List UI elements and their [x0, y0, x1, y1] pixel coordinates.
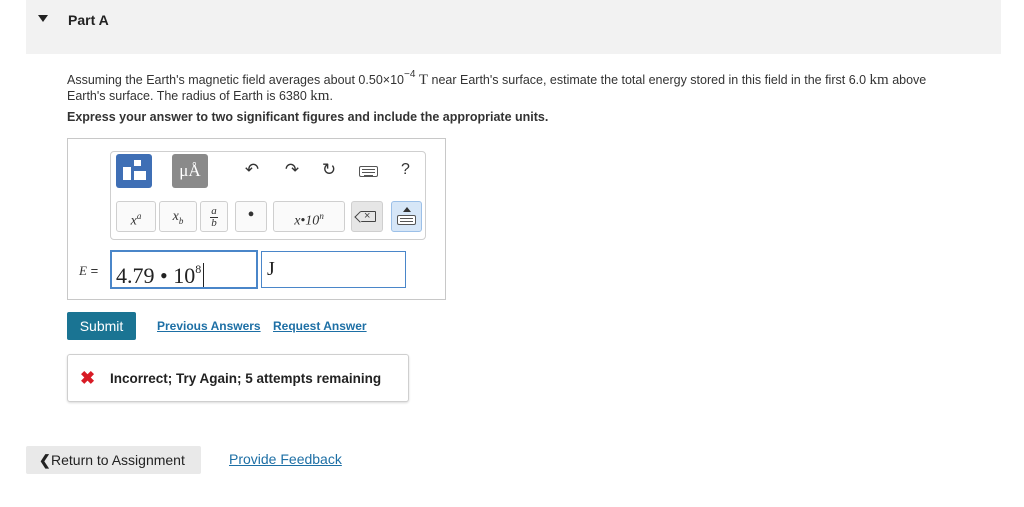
chevron-left-icon: ❮ — [39, 452, 51, 468]
answer-value-input[interactable]: 4.79 • 108 — [110, 250, 258, 289]
scientific-notation-button[interactable]: x•10n — [273, 201, 345, 232]
undo-icon[interactable]: ↶ — [241, 160, 263, 180]
redo-icon[interactable]: ↷ — [281, 160, 303, 180]
multiply-dot-button[interactable]: • — [235, 201, 267, 232]
provide-feedback-link[interactable]: Provide Feedback — [229, 451, 342, 467]
help-button[interactable]: ? — [401, 161, 410, 179]
triangle-up-icon — [403, 207, 411, 212]
keyboard-shortcuts-icon[interactable] — [359, 166, 378, 177]
incorrect-icon: ✖ — [80, 368, 96, 388]
feedback-message: Incorrect; Try Again; 5 attempts remaini… — [110, 371, 382, 386]
reset-icon[interactable]: ↻ — [318, 160, 340, 180]
subscript-button[interactable]: xb — [159, 201, 197, 232]
fraction-button[interactable]: a b — [200, 201, 228, 232]
collapse-caret-icon[interactable] — [38, 15, 48, 22]
submit-button[interactable]: Submit — [67, 312, 136, 340]
answer-variable-label: E = — [79, 263, 99, 278]
answer-unit-input[interactable]: J — [261, 251, 406, 288]
units-button[interactable]: μÅ — [172, 154, 208, 188]
request-answer-link[interactable]: Request Answer — [273, 319, 367, 333]
part-title: Part A — [68, 12, 109, 28]
templates-button[interactable] — [116, 154, 152, 188]
backspace-button[interactable]: × — [351, 201, 383, 232]
keyboard-toggle-button[interactable] — [391, 201, 422, 232]
previous-answers-link[interactable]: Previous Answers — [157, 319, 261, 333]
instruction-text: Express your answer to two significant f… — [67, 110, 549, 124]
return-label: Return to Assignment — [51, 452, 185, 468]
keyboard-icon — [397, 215, 416, 225]
return-to-assignment-button[interactable]: ❮ Return to Assignment — [26, 446, 201, 474]
part-header[interactable] — [26, 0, 1001, 54]
superscript-button[interactable]: xa — [116, 201, 156, 232]
question-text: Assuming the Earth's magnetic field aver… — [67, 69, 927, 104]
